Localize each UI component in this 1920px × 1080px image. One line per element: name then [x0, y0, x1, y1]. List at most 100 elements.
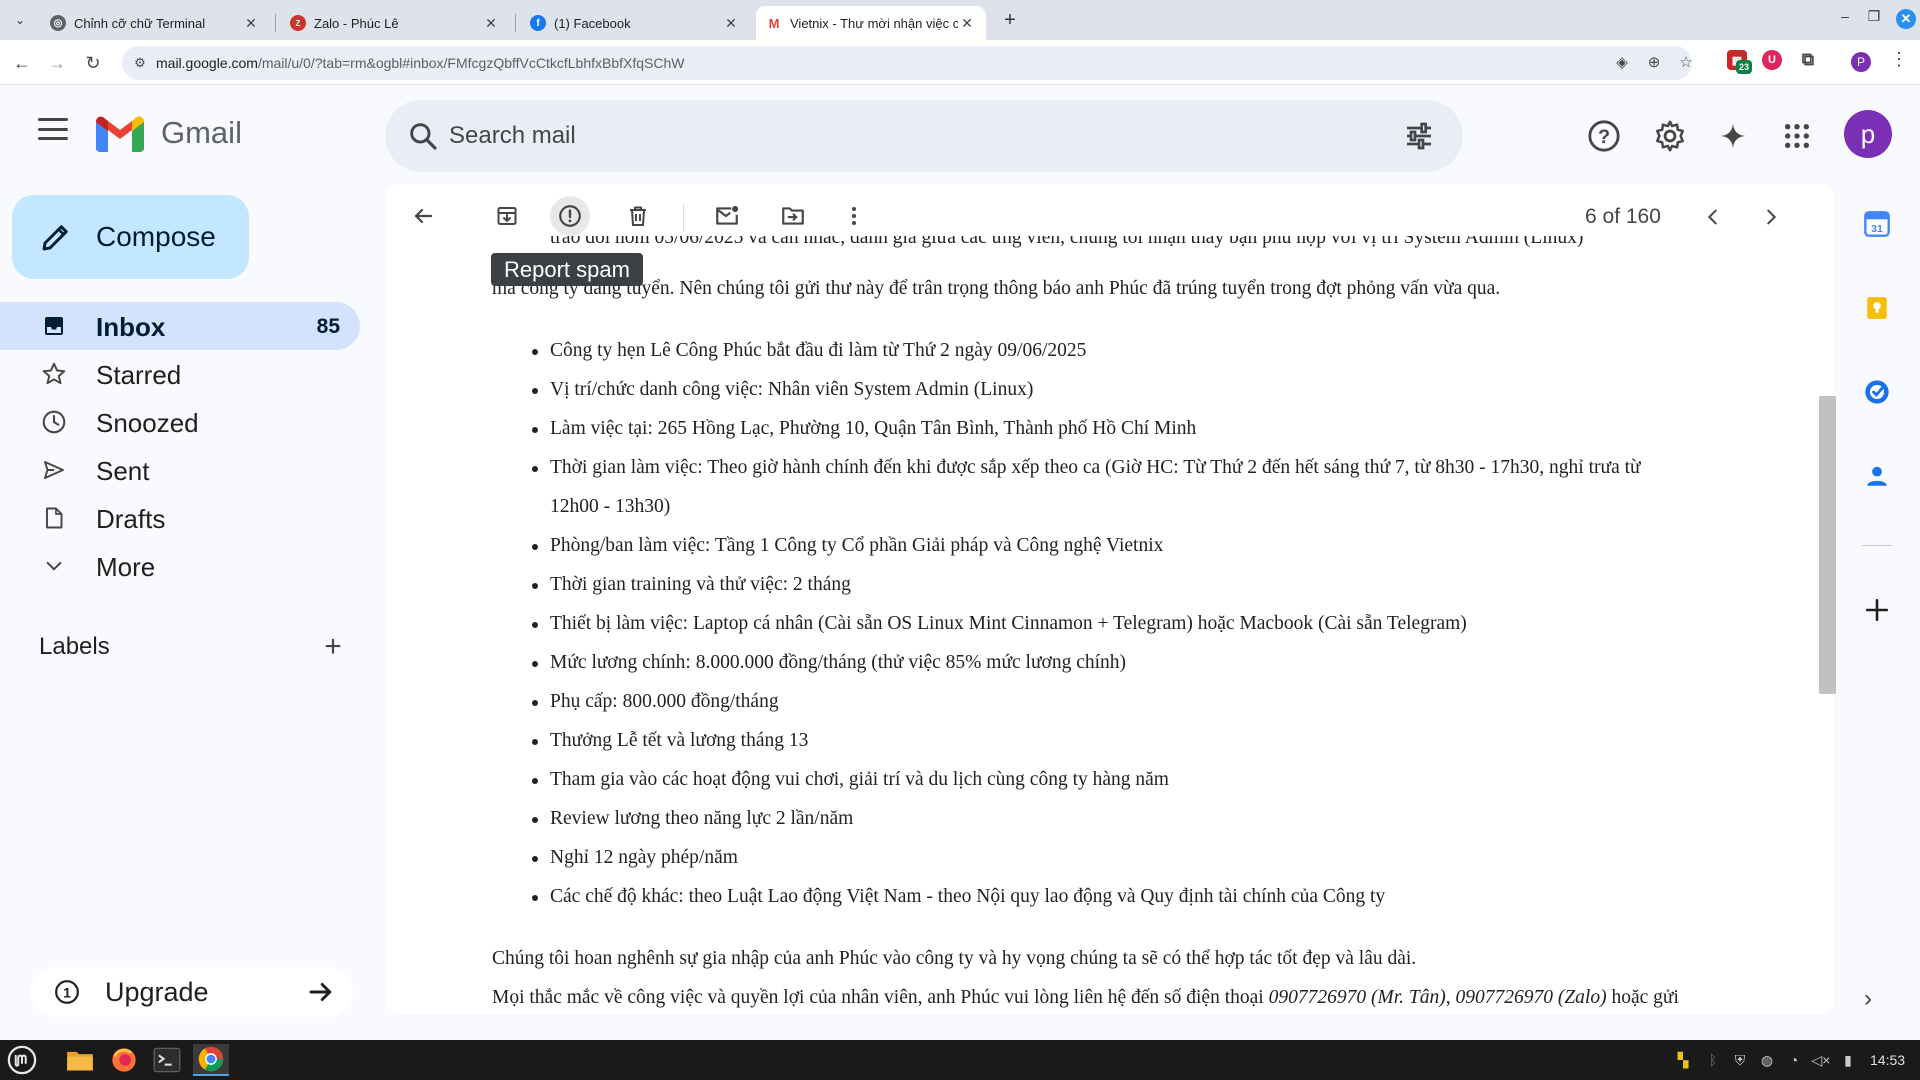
search-options-icon[interactable]: [1403, 120, 1435, 152]
bookmark-star-icon[interactable]: ☆: [1675, 53, 1697, 71]
browser-tab-facebook[interactable]: f (1) Facebook ✕: [520, 6, 750, 40]
search-icon[interactable]: [407, 120, 439, 152]
new-tab-button[interactable]: +: [996, 8, 1024, 32]
chrome-icon[interactable]: [193, 1044, 229, 1076]
compose-button[interactable]: Compose: [12, 195, 249, 279]
main-menu-icon[interactable]: [38, 118, 68, 140]
account-avatar[interactable]: p: [1844, 110, 1892, 158]
contact-phone: 0907726970 (Mr. Tân): [1268, 987, 1446, 1008]
sidebar-item-snoozed[interactable]: Snoozed: [0, 398, 360, 446]
url-path: /mail/u/0/?tab=rm&ogbl#inbox/FMfcgzQbffV…: [257, 55, 685, 71]
offer-item: Phụ cấp: 800.000 đồng/tháng: [532, 691, 779, 712]
file-manager-icon[interactable]: [62, 1044, 98, 1076]
close-tab-icon[interactable]: ✕: [482, 15, 500, 32]
arrow-left-icon: [414, 208, 433, 224]
google-tasks-icon[interactable]: [1862, 377, 1892, 407]
settings-gear-icon[interactable]: [1650, 116, 1690, 156]
url-text: mail.google.com/mail/u/0/?tab=rm&ogbl#in…: [156, 55, 684, 71]
google-calendar-icon[interactable]: 31: [1862, 209, 1892, 239]
newer-message-button[interactable]: [1696, 200, 1730, 234]
offer-item: Phòng/ban làm việc: Tầng 1 Công ty Cổ ph…: [531, 535, 1164, 556]
browser-tab-terminal[interactable]: ◎ Chỉnh cỡ chữ Terminal ✕: [40, 6, 270, 40]
contact-prefix: Mọi thắc mắc về công việc và quyền lợi c…: [492, 987, 1269, 1008]
minimize-window-button[interactable]: –: [1833, 8, 1857, 24]
zoom-icon[interactable]: ⊕: [1643, 53, 1665, 71]
help-icon[interactable]: ?: [1584, 116, 1624, 156]
tray-app-icon[interactable]: ▚: [1673, 1052, 1693, 1069]
sidebar-item-drafts[interactable]: Drafts: [0, 494, 360, 542]
reload-button[interactable]: ↻: [80, 50, 106, 76]
sidebar-item-starred[interactable]: Starred: [0, 350, 360, 398]
archive-button[interactable]: [487, 196, 527, 236]
eye-icon[interactable]: ◈: [1611, 53, 1633, 71]
mark-unread-icon: [716, 205, 739, 225]
trash-icon: [630, 206, 646, 226]
browser-menu-icon[interactable]: ⋮: [1890, 49, 1908, 70]
inbox-icon: [40, 312, 68, 340]
linux-mint-menu-icon[interactable]: [4, 1044, 40, 1076]
address-bar[interactable]: ⚙ mail.google.com/mail/u/0/?tab=rm&ogbl#…: [122, 46, 1693, 80]
close-tab-icon[interactable]: ✕: [958, 15, 976, 32]
offer-item: Review lương theo năng lực 2 lần/năm: [531, 808, 854, 829]
google-contacts-icon[interactable]: [1862, 461, 1892, 491]
older-message-button[interactable]: [1754, 200, 1788, 234]
back-button[interactable]: ←: [9, 50, 35, 76]
search-input[interactable]: [449, 118, 1349, 154]
firefox-icon[interactable]: [106, 1044, 142, 1076]
pencil-icon: [42, 225, 68, 251]
report-spam-tooltip: Report spam: [491, 253, 643, 286]
browser-profile-avatar[interactable]: P: [1851, 52, 1871, 72]
delete-button[interactable]: [618, 196, 658, 236]
get-addons-plus-icon[interactable]: [1862, 595, 1892, 625]
close-tab-icon[interactable]: ✕: [242, 15, 260, 32]
tab-search-button[interactable]: ⌄: [8, 8, 32, 32]
gmail-brand: Gmail: [161, 115, 242, 150]
back-to-inbox-button[interactable]: [403, 196, 443, 236]
show-side-panel-chevron-icon[interactable]: ›: [1864, 985, 1872, 1013]
chevron-right-icon: [1767, 209, 1777, 225]
restore-window-button[interactable]: ❐: [1862, 8, 1886, 25]
tab-separator: [515, 14, 516, 32]
gemini-sparkle-icon[interactable]: [1713, 116, 1753, 156]
sidebar-item-sent[interactable]: Sent: [0, 446, 360, 494]
bluetooth-icon[interactable]: ᛒ: [1703, 1052, 1723, 1068]
extension-ublock-icon[interactable]: U: [1762, 50, 1782, 70]
offer-item: Mức lương chính: 8.000.000 đồng/tháng (t…: [531, 652, 1127, 673]
arrow-right-icon: [309, 983, 332, 1001]
move-to-button[interactable]: [773, 196, 813, 236]
offer-item: Nghỉ 12 ngày phép/năm: [532, 847, 738, 868]
google-keep-icon[interactable]: [1862, 293, 1892, 323]
shield-icon[interactable]: ⛨: [1730, 1052, 1750, 1069]
message-text-partial: trao đổi hôm 05/06/2025 và cân nhắc, đán…: [550, 236, 1835, 248]
facebook-icon: f: [530, 15, 546, 31]
forward-button[interactable]: →: [44, 50, 70, 76]
offer-item: Các chế độ khác: theo Luật Lao động Việt…: [531, 886, 1386, 907]
sidebar-item-inbox[interactable]: Inbox 85: [0, 302, 360, 350]
network-vpn-icon[interactable]: ◍: [1757, 1052, 1777, 1069]
mark-unread-button[interactable]: [707, 196, 747, 236]
browser-tab-gmail[interactable]: M Vietnix - Thư mời nhận việc c ✕: [756, 6, 986, 40]
site-info-icon[interactable]: ⚙: [130, 53, 150, 73]
svg-text:31: 31: [1871, 223, 1883, 235]
terminal-icon[interactable]: [149, 1044, 185, 1076]
volume-muted-icon[interactable]: ◁×: [1811, 1052, 1831, 1069]
battery-icon[interactable]: ▮: [1838, 1052, 1858, 1069]
message-scrollbar-thumb[interactable]: [1819, 396, 1836, 694]
close-tab-icon[interactable]: ✕: [722, 15, 740, 32]
extension-badge: 23: [1736, 60, 1752, 74]
more-actions-button[interactable]: [834, 196, 874, 236]
sidebar-item-more[interactable]: More: [0, 542, 360, 590]
upgrade-info-icon: 1: [55, 980, 79, 1004]
taskbar-clock[interactable]: 14:53: [1870, 1052, 1905, 1068]
extensions-puzzle-icon[interactable]: ⧉: [1798, 50, 1818, 70]
report-spam-button[interactable]: [550, 196, 590, 236]
apps-grid-icon[interactable]: [1777, 116, 1817, 156]
star-icon: [40, 360, 68, 388]
offer-item: Vị trí/chức danh công việc: Nhân viên Sy…: [531, 379, 1034, 400]
upgrade-button[interactable]: 1 Upgrade: [30, 967, 353, 1017]
create-label-button[interactable]: +: [318, 632, 348, 662]
close-window-button[interactable]: ✕: [1896, 9, 1916, 29]
wifi-icon[interactable]: ◔: [1784, 1052, 1804, 1068]
browser-tab-zalo[interactable]: Z Zalo - Phúc Lê ✕: [280, 6, 510, 40]
browser-toolbar: ← → ↻ ⚙ mail.google.com/mail/u/0/?tab=rm…: [0, 40, 1920, 85]
